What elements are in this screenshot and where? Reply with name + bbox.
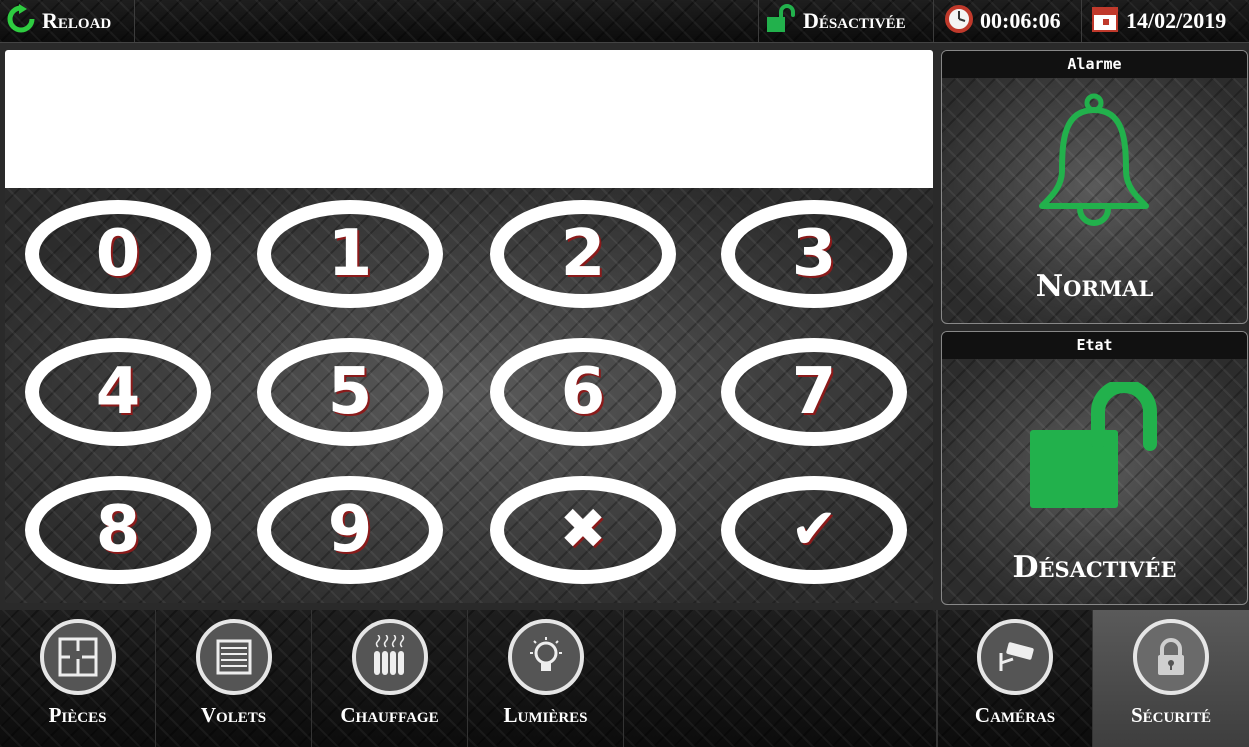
lock-status-indicator[interactable]: Désactivée (758, 0, 934, 42)
key-label: 4 (95, 355, 141, 429)
clear-icon: ✖ (559, 497, 607, 562)
key-6[interactable]: 6 (490, 338, 676, 446)
key-9[interactable]: 9 (257, 476, 443, 584)
key-label: 3 (791, 217, 837, 291)
top-bar: Reload Désactivée 00:06:06 14/02/2019 (0, 0, 1249, 43)
calendar-icon (1090, 4, 1120, 39)
bell-icon (1034, 91, 1154, 246)
alarm-panel-title: Alarme (942, 51, 1247, 78)
key-3[interactable]: 3 (721, 200, 907, 308)
bottom-nav: Pièces Volets Chauffage Lumières Caméras… (0, 610, 1249, 747)
clock-icon (944, 4, 974, 39)
key-label: 1 (327, 217, 373, 291)
key-label: 6 (560, 355, 606, 429)
clock-display: 00:06:06 (938, 0, 1082, 42)
state-panel-title: Etat (942, 332, 1247, 359)
lock-icon (1133, 619, 1209, 695)
nav-label: Pièces (48, 703, 107, 727)
reload-label: Reload (42, 8, 112, 33)
unlock-icon (1026, 379, 1166, 517)
unlock-icon (765, 3, 797, 39)
clear-button[interactable]: ✖ (490, 476, 676, 584)
nav-label: Lumières (503, 703, 588, 727)
nav-label: Caméras (974, 703, 1056, 727)
nav-pieces[interactable]: Pièces (0, 610, 156, 747)
key-8[interactable]: 8 (25, 476, 211, 584)
nav-cameras[interactable]: Caméras (937, 610, 1093, 747)
nav-securite[interactable]: Sécurité (1093, 610, 1249, 747)
key-label: 0 (95, 217, 141, 291)
radiator-icon (351, 619, 428, 695)
key-2[interactable]: 2 (490, 200, 676, 308)
lock-status-label: Désactivée (803, 8, 906, 33)
shutter-icon (195, 619, 272, 695)
nav-spacer (624, 610, 937, 747)
reload-icon (6, 3, 36, 39)
nav-lumieres[interactable]: Lumières (468, 610, 624, 747)
key-4[interactable]: 4 (25, 338, 211, 446)
state-status: Désactivée (1012, 550, 1177, 585)
key-label: 8 (95, 493, 141, 567)
alarm-status: Normal (1035, 269, 1154, 304)
nav-chauffage[interactable]: Chauffage (312, 610, 468, 747)
key-label: 7 (791, 355, 837, 429)
confirm-button[interactable]: ✔ (721, 476, 907, 584)
floorplan-icon (39, 619, 116, 695)
key-1[interactable]: 1 (257, 200, 443, 308)
state-panel: Etat Désactivée (941, 331, 1248, 605)
key-5[interactable]: 5 (257, 338, 443, 446)
camera-icon (977, 619, 1053, 695)
code-display (5, 50, 933, 188)
nav-label: Sécurité (1130, 703, 1212, 727)
key-label: 5 (327, 355, 373, 429)
key-label: 9 (327, 493, 373, 567)
key-7[interactable]: 7 (721, 338, 907, 446)
check-icon: ✔ (790, 497, 838, 562)
nav-volets[interactable]: Volets (156, 610, 312, 747)
keypad: 0 1 2 3 4 5 6 7 8 9 ✖ ✔ (5, 188, 933, 603)
lightbulb-icon (507, 619, 584, 695)
reload-button[interactable]: Reload (0, 0, 135, 42)
nav-label: Volets (200, 703, 267, 727)
key-label: 2 (560, 217, 606, 291)
date-display: 14/02/2019 (1084, 0, 1249, 42)
alarm-panel: Alarme Normal (941, 50, 1248, 324)
key-0[interactable]: 0 (25, 200, 211, 308)
date-label: 14/02/2019 (1126, 8, 1227, 33)
clock-time: 00:06:06 (980, 8, 1061, 33)
nav-label: Chauffage (340, 703, 439, 727)
